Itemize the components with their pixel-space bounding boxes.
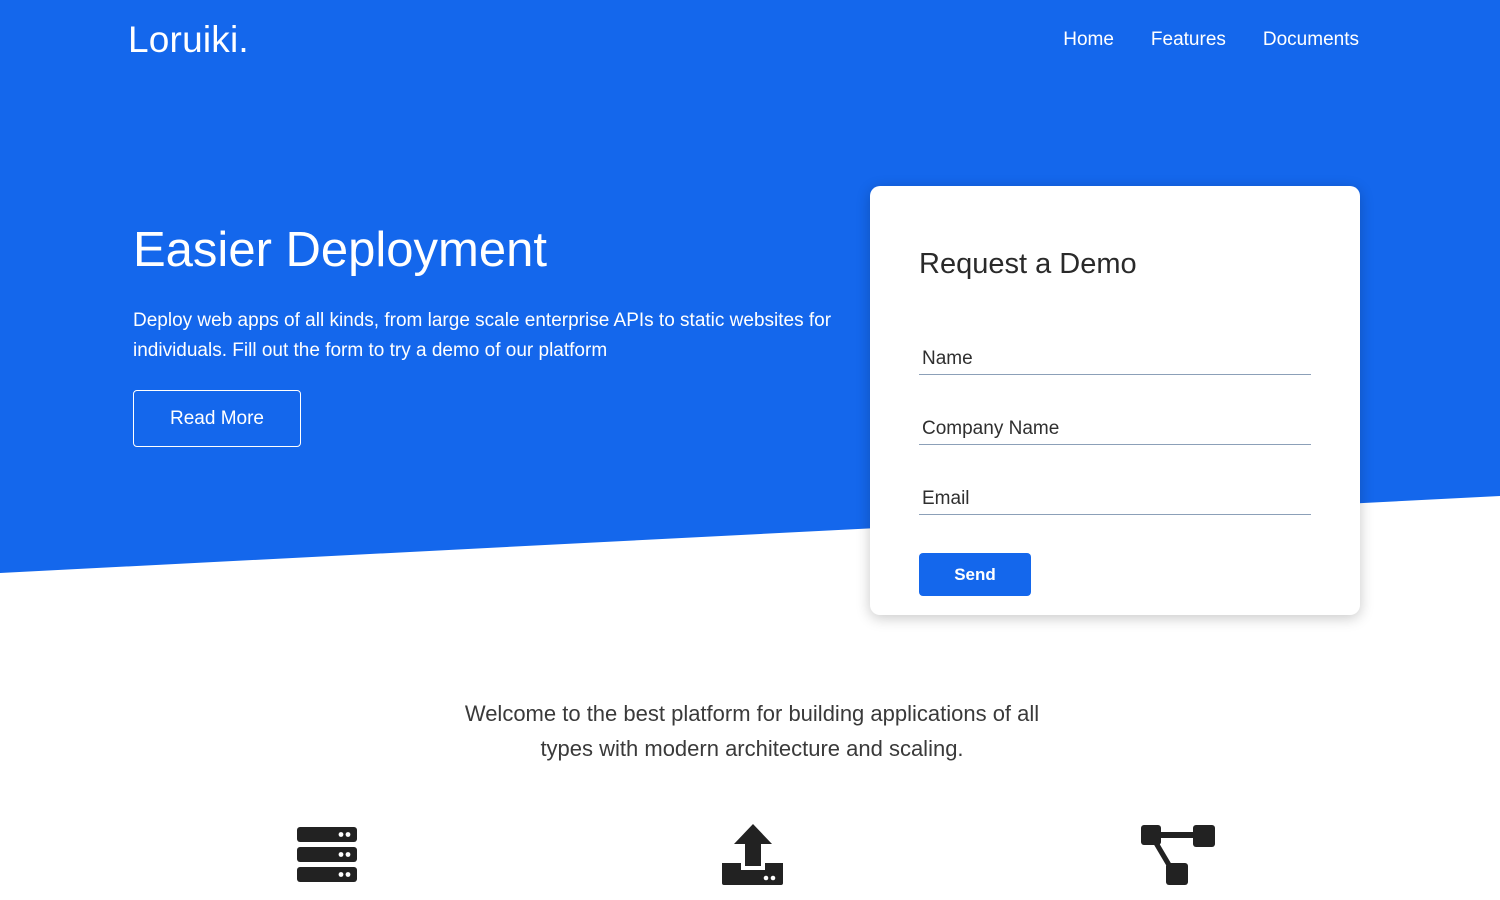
main-nav: Home Features Documents (1063, 29, 1359, 51)
send-button[interactable]: Send (919, 553, 1031, 596)
welcome-text: Welcome to the best platform for buildin… (464, 701, 1040, 761)
logo[interactable]: Loruiki. (128, 19, 249, 61)
email-field[interactable] (919, 483, 1311, 515)
form-title: Request a Demo (919, 248, 1137, 280)
request-demo-form: Request a Demo Send (870, 186, 1360, 615)
nav-features-link[interactable]: Features (1151, 29, 1226, 51)
company-name-field[interactable] (919, 413, 1311, 445)
upload-icon (722, 824, 783, 885)
sitemap-icon (1141, 825, 1215, 885)
nav-home-link[interactable]: Home (1063, 29, 1114, 51)
server-icon (297, 827, 357, 882)
name-field[interactable] (919, 343, 1311, 375)
nav-documents-link[interactable]: Documents (1263, 29, 1359, 51)
hero-title: Easier Deployment (133, 223, 547, 277)
read-more-button[interactable]: Read More (133, 390, 301, 447)
hero-description: Deploy web apps of all kinds, from large… (133, 310, 832, 361)
